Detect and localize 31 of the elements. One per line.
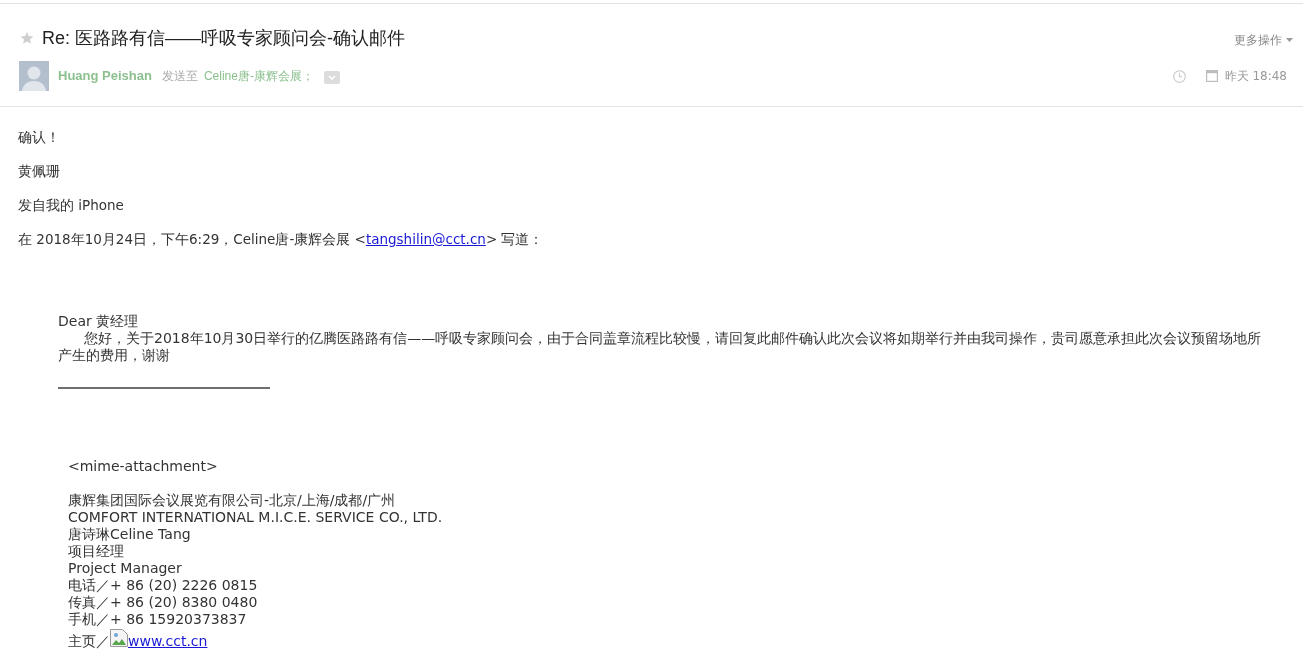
caret-icon: [1286, 38, 1293, 42]
clock-icon[interactable]: [1172, 69, 1186, 83]
homepage-label: 主页／: [68, 633, 110, 650]
body-line: 黄佩珊: [18, 162, 60, 181]
broken-image-icon: [110, 629, 128, 647]
signature-line: Project Manager: [68, 560, 182, 577]
sent-time: 昨天 18:48: [1224, 68, 1287, 85]
quoted-paragraph: 您好，关于2018年10月30日举行的亿腾医路路有信——呼吸专家顾问会，由于合同盖章流程比较慢，请回复此邮件确认此次会议将如期举行并由我司操作，贵司愿意承担此次会议预留场地所产生的费用，谢谢: [58, 330, 1263, 364]
signature-line: 手机／+ 86 15920373837: [68, 611, 247, 628]
email-subject: Re: 医路路有信——呼吸专家顾问会-确认邮件: [42, 27, 405, 50]
greeting: Dear 黄经理: [58, 313, 139, 330]
chevron-down-icon[interactable]: [323, 70, 340, 84]
sender-name[interactable]: Huang Peishan: [58, 66, 152, 86]
recipient-link[interactable]: Celine唐-康辉会展；: [203, 67, 314, 85]
body-line: 发自我的 iPhone: [18, 196, 124, 215]
quote-header: 在 2018年10月24日，下午6:29，Celine唐-康辉会展 <tangshilin@cct.cn> 写道：: [18, 230, 544, 249]
body-line: 确认！: [18, 128, 60, 147]
mime-attachment-note: <mime-attachment>: [68, 458, 218, 475]
signature-line: 唐诗琳Celine Tang: [68, 526, 191, 543]
signature-line: COMFORT INTERNATIONAL M.I.C.E. SERVICE CO., LTD.: [68, 509, 443, 526]
star-icon[interactable]: [20, 31, 34, 45]
window-icon[interactable]: [1205, 70, 1218, 82]
signature-line: 项目经理: [68, 543, 124, 560]
email-link[interactable]: tangshilin@cct.cn: [365, 231, 486, 247]
sent-to-label: 发送至: [161, 68, 198, 85]
signature-line: 传真／+ 86 (20) 8380 0480: [68, 594, 258, 611]
signature-line: 康辉集团国际会议展览有限公司-北京/上海/成都/广州: [68, 492, 396, 509]
homepage-link[interactable]: www.cct.cn: [128, 633, 208, 650]
more-actions-button[interactable]: 更多操作: [1234, 32, 1293, 48]
signature-line: 电话／+ 86 (20) 2226 0815: [68, 577, 258, 594]
avatar-icon: [19, 61, 49, 91]
